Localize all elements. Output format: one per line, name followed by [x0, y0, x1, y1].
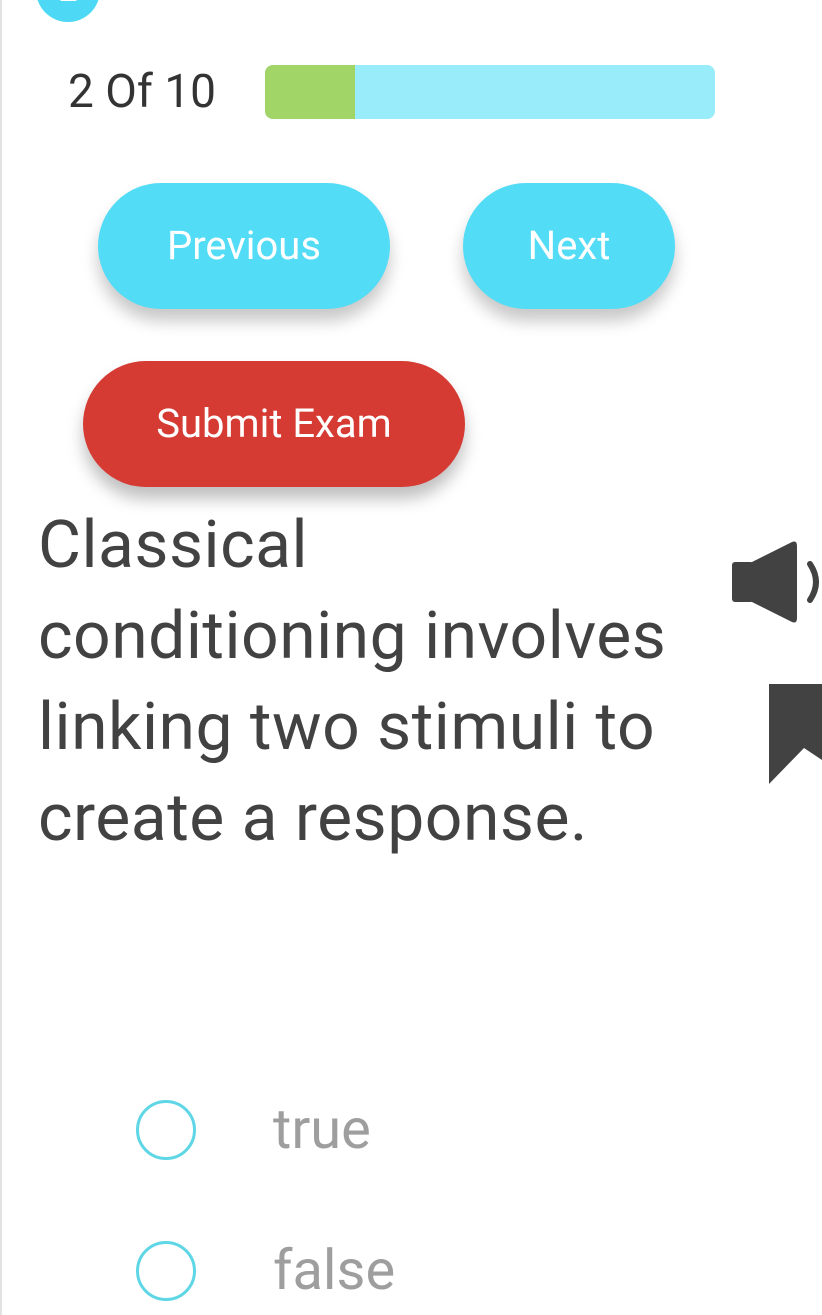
- bookmark-icon[interactable]: [769, 684, 822, 784]
- question-text: Classical conditioning involves linking …: [38, 507, 667, 857]
- option-true[interactable]: true: [136, 1096, 636, 1168]
- progress-text: 2 Of 10: [68, 65, 217, 119]
- option-label-false: false: [273, 1237, 396, 1303]
- radio-true[interactable]: [136, 1100, 196, 1160]
- question-number-badge: 2: [36, 0, 100, 22]
- radio-false[interactable]: [136, 1241, 196, 1301]
- previous-button[interactable]: Previous: [98, 183, 390, 309]
- option-false[interactable]: false: [136, 1237, 636, 1309]
- next-button[interactable]: Next: [463, 183, 675, 309]
- page-edge: [0, 0, 2, 1315]
- progress-bar-fill: [265, 65, 355, 119]
- submit-exam-button[interactable]: Submit Exam: [83, 361, 465, 487]
- option-label-true: true: [273, 1096, 371, 1162]
- progress-bar: [265, 65, 715, 119]
- speaker-icon[interactable]: [730, 540, 822, 624]
